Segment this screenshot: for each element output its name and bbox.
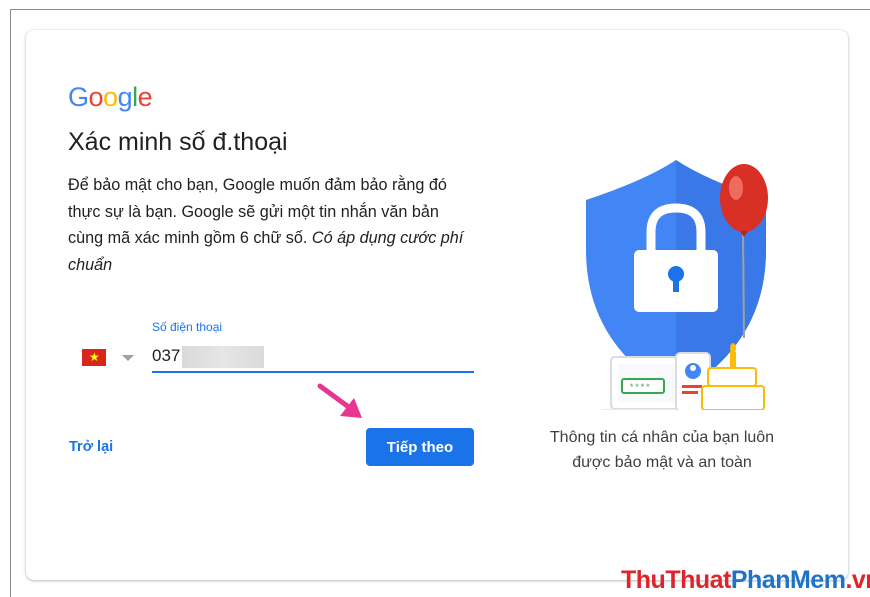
page-description: Để bảo mật cho bạn, Google muốn đảm bảo … (68, 172, 478, 278)
logo-letter: G (68, 82, 89, 112)
logo-letter: o (103, 82, 118, 112)
annotation-arrow-icon (317, 383, 362, 418)
vietnam-flag-icon[interactable]: ★ (82, 349, 106, 366)
country-dropdown-caret-icon[interactable] (122, 355, 134, 361)
phone-input[interactable]: 037 (152, 346, 180, 366)
site-watermark: ThuThuatPhanMem.vn (621, 566, 870, 595)
security-illustration: **** (586, 160, 768, 410)
google-logo: Google (68, 82, 153, 113)
screenshot-frame-left (10, 9, 11, 597)
watermark-part-3: .vn (845, 566, 870, 594)
logo-letter: g (117, 82, 133, 112)
watermark-part-1: ThuThuat (621, 566, 731, 594)
logo-letter: e (137, 82, 153, 112)
logo-letter: o (88, 82, 104, 112)
verification-card: Google Xác minh số đ.thoại Để bảo mật ch… (26, 30, 848, 580)
phone-input-underline (152, 371, 474, 373)
next-button[interactable]: Tiếp theo (366, 428, 474, 466)
security-caption: Thông tin cá nhân của bạn luôn được bảo … (549, 429, 775, 471)
flag-star-icon: ★ (89, 350, 100, 364)
masked-code-text: **** (629, 383, 651, 393)
back-link[interactable]: Trở lại (69, 439, 113, 455)
redacted-number-blur (182, 346, 264, 368)
page-title: Xác minh số đ.thoại (68, 128, 288, 156)
phone-field-label: Số điện thoại (152, 320, 223, 334)
watermark-part-2: PhanMem (730, 566, 846, 594)
screenshot-frame-top (10, 9, 870, 10)
